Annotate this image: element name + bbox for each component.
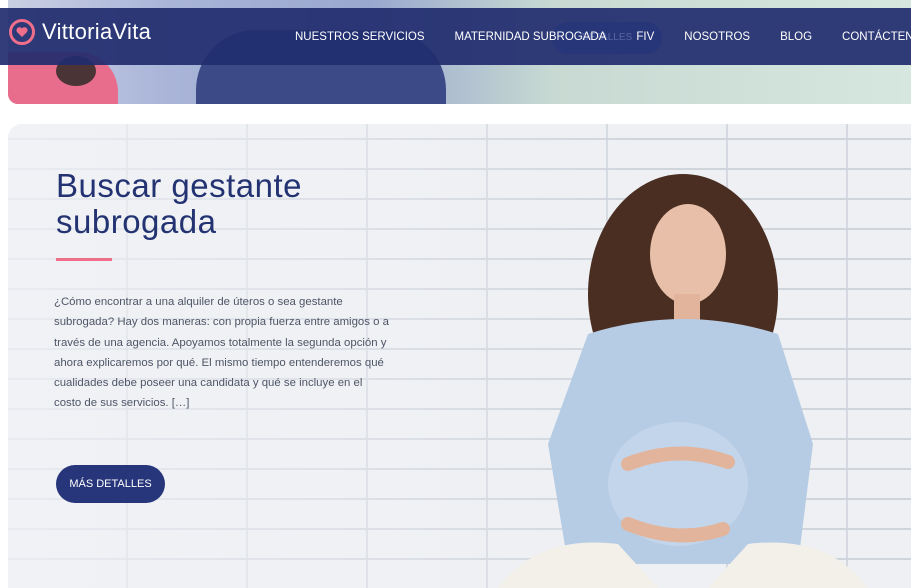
nav-item-nosotros[interactable]: NOSOTROS [684,31,750,43]
article-card: Buscar gestante subrogada ¿Cómo encontra… [8,124,911,588]
title-divider [56,258,112,261]
article-title[interactable]: Buscar gestante subrogada [56,168,386,240]
site-header: VittoriaVita DETALLES NUESTROS SERVICIOS… [0,8,911,65]
more-details-button[interactable]: MÁS DETALLES [56,465,165,503]
logo[interactable]: VittoriaVita [8,18,151,46]
main-nav: NUESTROS SERVICIOS MATERNIDAD SUBROGADA … [295,8,911,65]
heart-circle-icon [9,19,35,45]
nav-item-blog[interactable]: BLOG [780,31,812,43]
nav-item-maternidad-subrogada[interactable]: MATERNIDAD SUBROGADA [455,31,607,43]
pregnant-woman-image [498,174,868,588]
nav-item-fiv[interactable]: FIV [636,31,654,43]
article-excerpt: ¿Cómo encontrar a una alquiler de úteros… [54,296,389,410]
nav-item-nuestros-servicios[interactable]: NUESTROS SERVICIOS [295,31,425,43]
logo-text: VittoriaVita [42,19,152,44]
nav-item-contactenos[interactable]: CONTÁCTENOS [842,31,911,43]
